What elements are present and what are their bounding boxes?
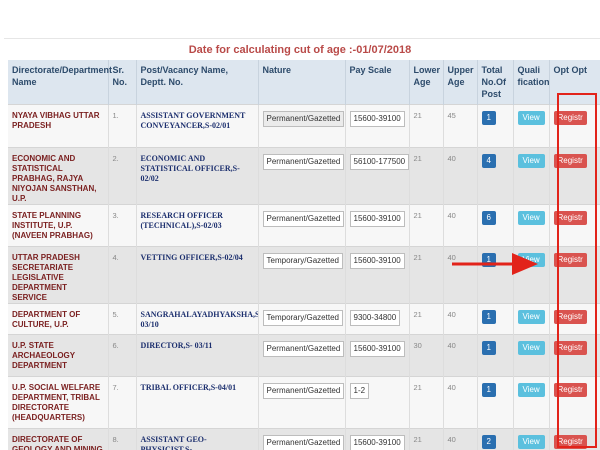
department-name: U.P. SOCIAL WELFARE DEPARTMENT, TRIBAL D… — [12, 383, 101, 422]
department-name: ECONOMIC AND STATISTICAL PRABHAG, RAJYA … — [12, 154, 97, 203]
nature-field: Permanent/Gazetted — [262, 383, 344, 399]
total-posts-badge: 6 — [481, 211, 496, 225]
nature-field: Temporary/Gazetted — [262, 253, 343, 269]
upper-age: 40 — [447, 435, 456, 444]
serial-number: 1. — [112, 111, 119, 120]
serial-number: 8. — [112, 435, 119, 444]
col-post: Post/Vacancy Name, Deptt. No. — [136, 60, 259, 105]
col-nature: Nature — [258, 60, 346, 105]
nature-field: Permanent/Gazetted — [262, 341, 344, 357]
col-sno: Sr. No. — [108, 60, 137, 105]
divider — [4, 38, 600, 39]
department-name: DEPARTMENT OF CULTURE, U.P. — [12, 310, 81, 329]
post-name: TRIBAL OFFICER,S-04/01 — [140, 383, 237, 392]
vacancy-table: Directorate/Department Name Sr. No. Post… — [8, 60, 600, 450]
lower-age: 21 — [413, 383, 422, 392]
view-qualification-button[interactable]: View — [517, 435, 545, 449]
post-name: ECONOMIC AND STATISTICAL OFFICER,S-02/02 — [140, 154, 240, 183]
col-qualification: Quali fication — [513, 60, 550, 105]
department-name: UTTAR PRADESH SECRETARIATE LEGISLATIVE D… — [12, 253, 80, 302]
department-name: NYAYA VIBHAG UTTAR PRADESH — [12, 111, 100, 130]
serial-number: 3. — [112, 211, 119, 220]
serial-number: 5. — [112, 310, 119, 319]
upper-age: 40 — [447, 211, 456, 220]
page: Date for calculating cut of age :-01/07/… — [0, 0, 600, 450]
upper-age: 40 — [447, 383, 456, 392]
table-row: UTTAR PRADESH SECRETARIATE LEGISLATIVE D… — [8, 246, 600, 304]
total-posts-badge: 2 — [481, 435, 496, 449]
department-name: DIRECTORATE OF GEOLOGY AND MINING — [12, 435, 103, 450]
pay-scale-field: 15600-39100 — [349, 341, 405, 357]
lower-age: 21 — [413, 211, 422, 220]
view-qualification-button[interactable]: View — [517, 253, 545, 267]
col-pay-scale: Pay Scale — [345, 60, 410, 105]
lower-age: 21 — [413, 154, 422, 163]
table-row: DIRECTORATE OF GEOLOGY AND MINING 8. ASS… — [8, 428, 600, 450]
nature-field: Permanent/Gazetted — [262, 211, 344, 227]
post-name: DIRECTOR,S- 03/11 — [140, 341, 213, 350]
view-qualification-button[interactable]: View — [517, 310, 545, 324]
lower-age: 30 — [413, 341, 422, 350]
serial-number: 6. — [112, 341, 119, 350]
department-name: STATE PLANNING INSTITUTE, U.P. (NAVEEN P… — [12, 211, 93, 240]
pay-scale-field: 15600-39100 — [349, 211, 405, 227]
register-column-highlight — [557, 93, 597, 448]
table-row: ECONOMIC AND STATISTICAL PRABHAG, RAJYA … — [8, 147, 600, 205]
post-name: RESEARCH OFFICER (TECHNICAL),S-02/03 — [140, 211, 223, 230]
post-name: ASSISTANT GEO-PHYSICIST,S- — [140, 435, 207, 450]
serial-number: 4. — [112, 253, 119, 262]
upper-age: 45 — [447, 111, 456, 120]
lower-age: 21 — [413, 310, 422, 319]
lower-age: 21 — [413, 253, 422, 262]
col-total-posts: Total No.Of Post — [477, 60, 514, 105]
upper-age: 40 — [447, 341, 456, 350]
table-header: Directorate/Department Name Sr. No. Post… — [8, 60, 600, 105]
nature-field: Permanent/Gazetted — [262, 154, 344, 170]
serial-number: 2. — [112, 154, 119, 163]
post-name: SANGRAHALAYADHYAKSHA,S-03/10 — [140, 310, 258, 329]
upper-age: 40 — [447, 154, 456, 163]
upper-age: 40 — [447, 253, 456, 262]
lower-age: 21 — [413, 111, 422, 120]
total-posts-badge: 1 — [481, 253, 496, 267]
table-row: U.P. STATE ARCHAEOLOGY DEPARTMENT 6. DIR… — [8, 334, 600, 377]
pay-scale-field: 15600-39100 — [349, 253, 405, 269]
nature-field: Permanent/Gazetted — [262, 435, 344, 450]
col-dept: Directorate/Department Name — [8, 60, 112, 105]
pay-scale-field: 1-2 — [349, 383, 370, 399]
table-row: NYAYA VIBHAG UTTAR PRADESH 1. ASSISTANT … — [8, 104, 600, 148]
total-posts-badge: 4 — [481, 154, 496, 168]
department-name: U.P. STATE ARCHAEOLOGY DEPARTMENT — [12, 341, 75, 370]
total-posts-badge: 1 — [481, 310, 496, 324]
total-posts-badge: 1 — [481, 341, 496, 355]
nature-field: Permanent/Gazetted — [262, 111, 344, 127]
pay-scale-field: 15600-39100 — [349, 111, 405, 127]
col-upper-age: Upper Age — [443, 60, 478, 105]
post-name: VETTING OFFICER,S-02/04 — [140, 253, 243, 262]
pay-scale-field: 9300-34800 — [349, 310, 401, 326]
age-cutoff-caption: Date for calculating cut of age :-01/07/… — [188, 44, 412, 56]
upper-age: 40 — [447, 310, 456, 319]
col-lower-age: Lower Age — [409, 60, 444, 105]
table-row: STATE PLANNING INSTITUTE, U.P. (NAVEEN P… — [8, 204, 600, 247]
view-qualification-button[interactable]: View — [517, 383, 545, 397]
total-posts-badge: 1 — [481, 383, 496, 397]
pay-scale-field: 15600-39100 — [349, 435, 405, 450]
post-name: ASSISTANT GOVERNMENT CONVEYANCER,S-02/01 — [140, 111, 246, 130]
lower-age: 21 — [413, 435, 422, 444]
pay-scale-field: 56100-177500 — [349, 154, 408, 170]
table-row: DEPARTMENT OF CULTURE, U.P. 5. SANGRAHAL… — [8, 303, 600, 335]
view-qualification-button[interactable]: View — [517, 211, 545, 225]
serial-number: 7. — [112, 383, 119, 392]
total-posts-badge: 1 — [481, 111, 496, 125]
nature-field: Temporary/Gazetted — [262, 310, 343, 326]
table-row: U.P. SOCIAL WELFARE DEPARTMENT, TRIBAL D… — [8, 376, 600, 429]
view-qualification-button[interactable]: View — [517, 111, 545, 125]
view-qualification-button[interactable]: View — [517, 341, 545, 355]
view-qualification-button[interactable]: View — [517, 154, 545, 168]
